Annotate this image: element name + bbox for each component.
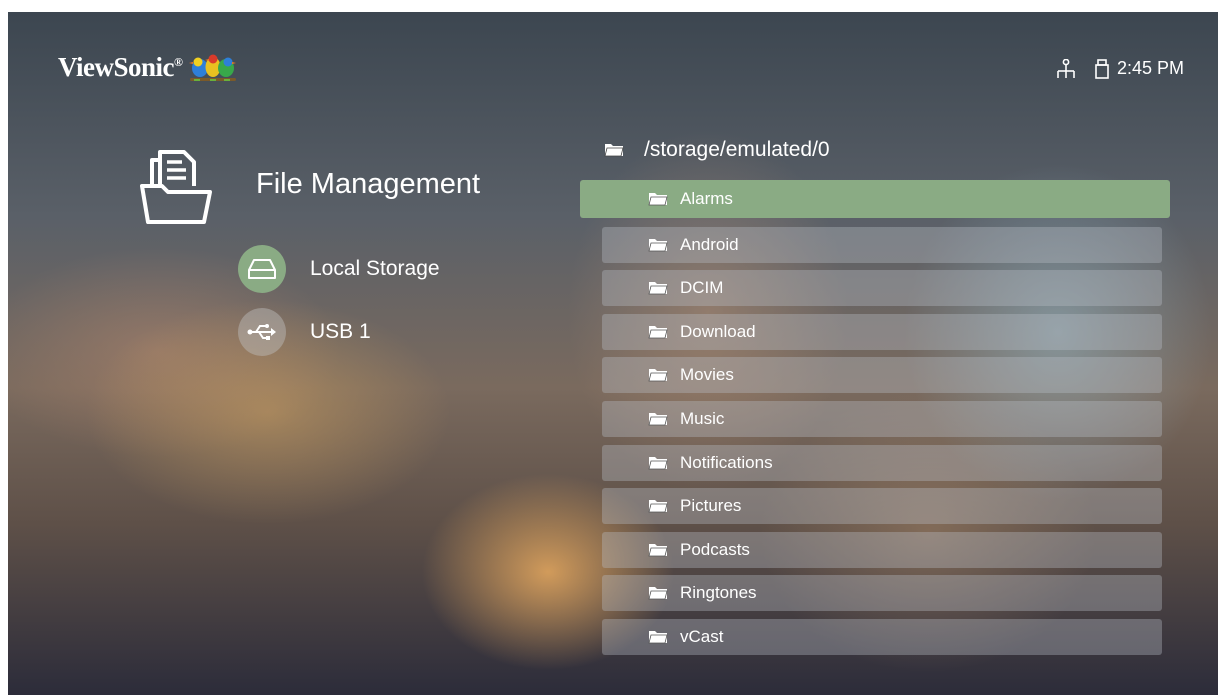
brand-name: ViewSonic (58, 51, 175, 82)
folder-row[interactable]: Podcasts (602, 531, 1162, 568)
brand-reg-mark: ® (174, 54, 183, 69)
folder-label: Pictures (680, 496, 742, 516)
file-management-icon (140, 150, 212, 224)
folder-label: Alarms (680, 189, 733, 208)
birds-logo-icon (189, 54, 237, 81)
folder-icon (648, 413, 668, 426)
storage-label: Local Storage (310, 257, 440, 280)
folder-icon (648, 456, 668, 469)
clock-time: 2:45 PM (1116, 58, 1184, 78)
folder-label: Ringtones (680, 583, 757, 603)
folder-icon (604, 144, 624, 157)
folder-row[interactable]: Alarms (580, 180, 1170, 218)
folder-icon (648, 631, 668, 644)
path-text: /storage/emulated/0 (644, 138, 830, 161)
folder-icon (648, 543, 668, 557)
folder-row[interactable]: DCIM (602, 270, 1162, 307)
network-icon (1057, 58, 1075, 78)
folder-row[interactable]: Music (602, 401, 1162, 437)
storage-item-usb[interactable]: USB 1 (238, 307, 371, 357)
folder-row[interactable]: Movies (602, 357, 1162, 394)
folder-label: Android (680, 234, 739, 254)
usb-icon (247, 324, 276, 340)
folder-icon (648, 369, 668, 382)
storage-item-local[interactable]: Local Storage (238, 244, 440, 294)
folder-row[interactable]: vCast (602, 619, 1162, 655)
folder-label: Download (680, 321, 756, 341)
folder-label: Movies (680, 365, 734, 385)
folder-label: Music (680, 409, 725, 428)
folder-icon (648, 500, 668, 513)
folder-label: DCIM (680, 278, 724, 298)
folder-icon (648, 193, 668, 206)
folder-label: Notifications (680, 452, 773, 472)
folder-label: vCast (680, 627, 724, 646)
hard-drive-icon (248, 259, 276, 279)
folder-row[interactable]: Android (602, 226, 1162, 263)
folder-icon (648, 238, 668, 251)
screen: ViewSonic® 2:45 PM File Management Local… (8, 12, 1218, 695)
page-title: File Management (256, 168, 481, 200)
folder-row[interactable]: Pictures (602, 488, 1162, 525)
status-bar: 2:45 PM (1055, 58, 1184, 79)
usb-drive-icon (1095, 58, 1109, 79)
current-path: /storage/emulated/0 (604, 138, 830, 162)
folder-label: Podcasts (680, 539, 750, 559)
folder-icon (648, 325, 668, 339)
folder-icon (648, 587, 668, 600)
folder-icon (648, 282, 668, 295)
folder-row[interactable]: Notifications (602, 444, 1162, 481)
folder-row[interactable]: Ringtones (602, 575, 1162, 612)
folder-row[interactable]: Download (602, 313, 1162, 350)
storage-label: USB 1 (310, 320, 371, 343)
brand-logo: ViewSonic® (58, 50, 238, 84)
